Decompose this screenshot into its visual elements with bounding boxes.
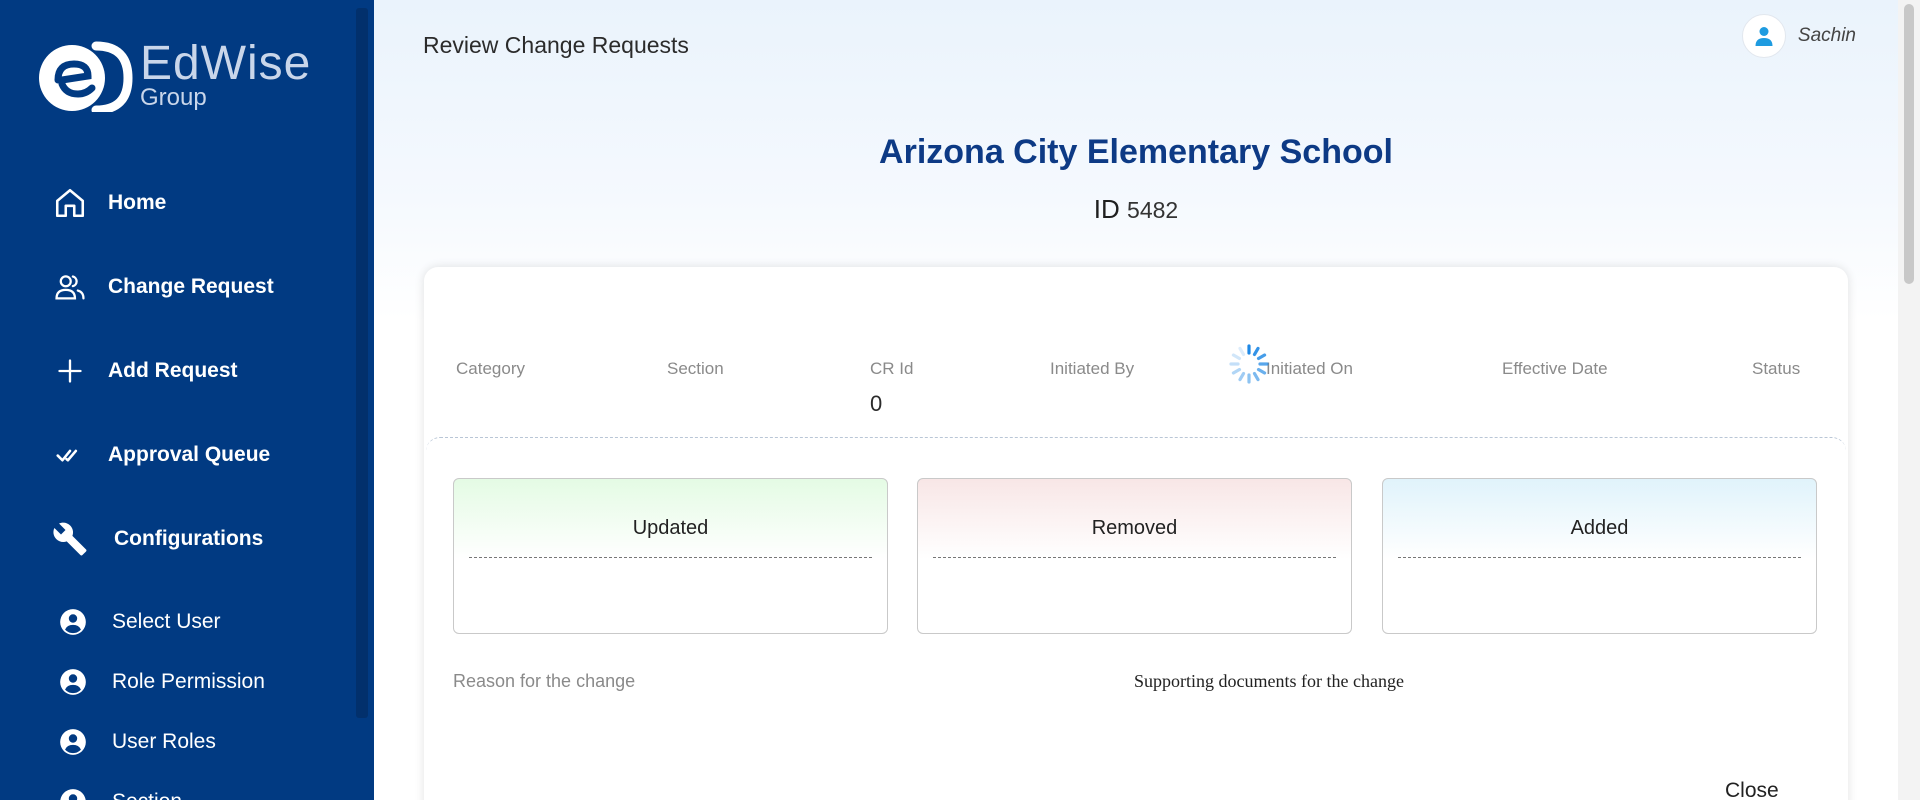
scrollbar-thumb[interactable] [1904,4,1914,284]
brand-subtitle: Group [140,84,207,111]
nav-label: Configurations [114,527,264,550]
reason-label: Reason for the change [453,671,636,691]
main-scrollbar[interactable] [1898,0,1920,800]
added-panel-divider [1398,557,1801,558]
sidebar: EdWise Group Home Change Request Add Req… [0,0,374,800]
added-panel: Added [1382,478,1817,634]
nav-item-approval-queue[interactable]: Approval Queue [50,435,270,475]
supporting-docs-label: Supporting documents for the change [1134,671,1404,691]
column-initiated-by: Initiated By [1050,359,1135,378]
account-circle-icon [58,727,88,757]
added-panel-title: Added [1570,517,1629,539]
nav-item-change-request[interactable]: Change Request [50,267,274,307]
school-id-label: ID [1093,194,1120,224]
double-check-icon [50,435,90,475]
nav-label: Approval Queue [108,443,271,466]
column-cr-id: CR Id [870,359,914,378]
column-section: Section [667,359,724,378]
page-title: Review Change Requests [423,32,689,58]
sub-nav-label: User Roles [112,730,216,753]
summary-columns: Category Section CR Id 0 Initiated By In… [424,359,1848,419]
nav-label: Add Request [108,359,238,382]
sub-item-user-roles[interactable]: User Roles [58,724,216,760]
nav-label: Home [108,191,167,214]
school-id-value: 5482 [1127,197,1179,223]
nav-label: Change Request [108,275,274,298]
sub-nav-label: Select User [112,610,221,633]
removed-panel: Removed [917,478,1352,634]
sub-item-role-permission[interactable]: Role Permission [58,664,265,700]
wrench-icon [50,519,90,559]
plus-icon [50,351,90,391]
edwise-logo-icon [39,41,133,112]
close-button[interactable]: Close [1725,779,1779,800]
removed-panel-divider [933,557,1336,558]
account-circle-icon [58,607,88,637]
main-content: Review Change Requests Sachin Arizona Ci… [374,0,1920,800]
removed-panel-title: Removed [1091,517,1178,539]
sidebar-scrollbar[interactable] [356,8,368,718]
user-menu[interactable]: Sachin [1741,14,1856,58]
user-name: Sachin [1797,25,1856,46]
section-divider [426,437,1846,458]
cr-id-value: 0 [870,391,883,416]
updated-panel-divider [469,557,872,558]
column-status: Status [1752,359,1801,378]
brand-wordmark: EdWise [140,37,312,90]
updated-panel-title: Updated [632,517,709,539]
loading-spinner-icon [1229,344,1269,384]
nav-item-home[interactable]: Home [50,183,166,223]
edwise-logo[interactable]: EdWise Group [36,36,326,116]
sub-nav-label: Role Permission [112,670,265,693]
home-icon [50,183,90,223]
school-id: ID 5482 [374,194,1898,225]
sub-item-select-user[interactable]: Select User [58,604,221,640]
nav-item-configurations[interactable]: Configurations [50,519,263,559]
updated-panel: Updated [453,478,888,634]
sub-item-section[interactable]: Section [58,784,182,800]
sub-nav-label: Section [112,790,182,800]
users-icon [50,267,90,307]
column-initiated-on: Initiated On [1266,359,1353,378]
school-name: Arizona City Elementary School [879,133,1393,171]
nav-item-add-request[interactable]: Add Request [50,351,238,391]
column-category: Category [456,359,525,378]
avatar[interactable] [1741,14,1786,58]
account-circle-icon [58,667,88,697]
account-circle-icon [58,787,88,800]
change-request-card: Category Section CR Id 0 Initiated By In… [424,267,1848,800]
column-effective-date: Effective Date [1502,359,1608,378]
user-icon [1755,27,1773,46]
